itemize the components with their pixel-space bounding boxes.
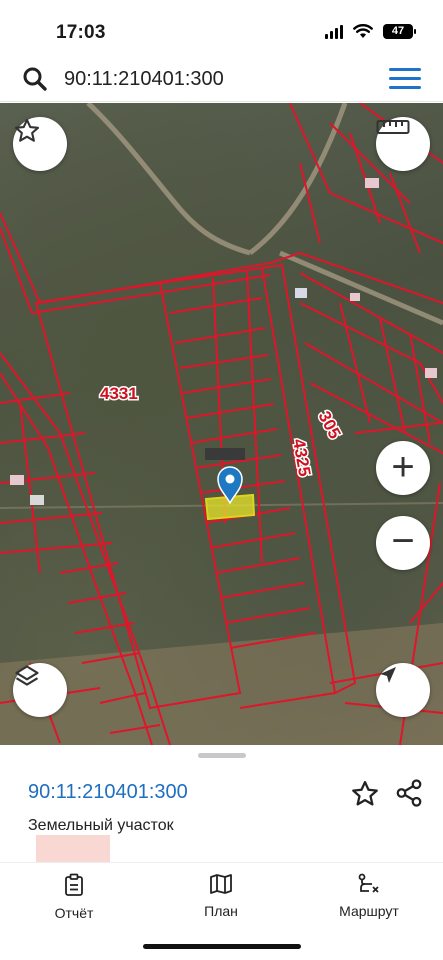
parcel-id-link[interactable]: 90:11:210401:300 <box>28 781 188 804</box>
add-favorite-button[interactable] <box>350 779 380 809</box>
parcel-label: 4325 <box>289 437 314 478</box>
locate-button[interactable] <box>376 663 430 717</box>
buildings <box>10 178 437 505</box>
status-bar: 17:03 47 <box>0 0 443 56</box>
favorite-button[interactable] <box>13 117 67 171</box>
share-button[interactable] <box>394 778 424 808</box>
tab-route-label: Маршрут <box>339 903 399 919</box>
layers-button[interactable] <box>13 663 67 717</box>
share-icon <box>396 779 422 807</box>
map-view[interactable]: 4331 4325 305 + − <box>0 103 443 745</box>
search-icon[interactable] <box>22 66 48 92</box>
search-input[interactable] <box>64 64 364 94</box>
report-icon <box>65 873 83 896</box>
tab-report[interactable]: Отчёт <box>14 873 134 921</box>
tab-report-label: Отчёт <box>54 905 94 921</box>
tab-plan-label: План <box>204 903 238 919</box>
star-icon <box>14 118 40 142</box>
zoom-out-button[interactable]: − <box>376 516 430 570</box>
plus-icon: + <box>391 444 415 489</box>
home-indicator <box>143 944 301 949</box>
map-icon <box>210 874 232 894</box>
wifi-icon <box>353 24 373 38</box>
signal-icon <box>325 24 343 39</box>
cadastral-map: 4331 4325 305 <box>0 103 443 745</box>
route-icon <box>358 873 379 893</box>
tab-route[interactable]: Маршрут <box>309 873 429 919</box>
parcel-label: 305 <box>314 408 344 442</box>
search-bar <box>0 56 443 102</box>
parcel-label: 4331 <box>100 384 138 403</box>
layers-icon <box>15 665 39 686</box>
battery-icon: 47 <box>383 24 416 39</box>
status-icons: 47 <box>325 24 416 39</box>
zoom-in-button[interactable]: + <box>376 441 430 495</box>
ruler-button[interactable] <box>376 117 430 171</box>
menu-button[interactable] <box>389 68 421 92</box>
minus-icon: − <box>391 519 415 563</box>
status-time: 17:03 <box>56 22 106 43</box>
sheet-handle[interactable] <box>198 753 246 758</box>
parcel-type: Земельный участок <box>28 817 174 834</box>
location-arrow-icon <box>380 667 396 683</box>
ruler-icon <box>376 120 410 134</box>
tab-plan[interactable]: План <box>161 873 281 919</box>
star-icon <box>352 781 378 806</box>
